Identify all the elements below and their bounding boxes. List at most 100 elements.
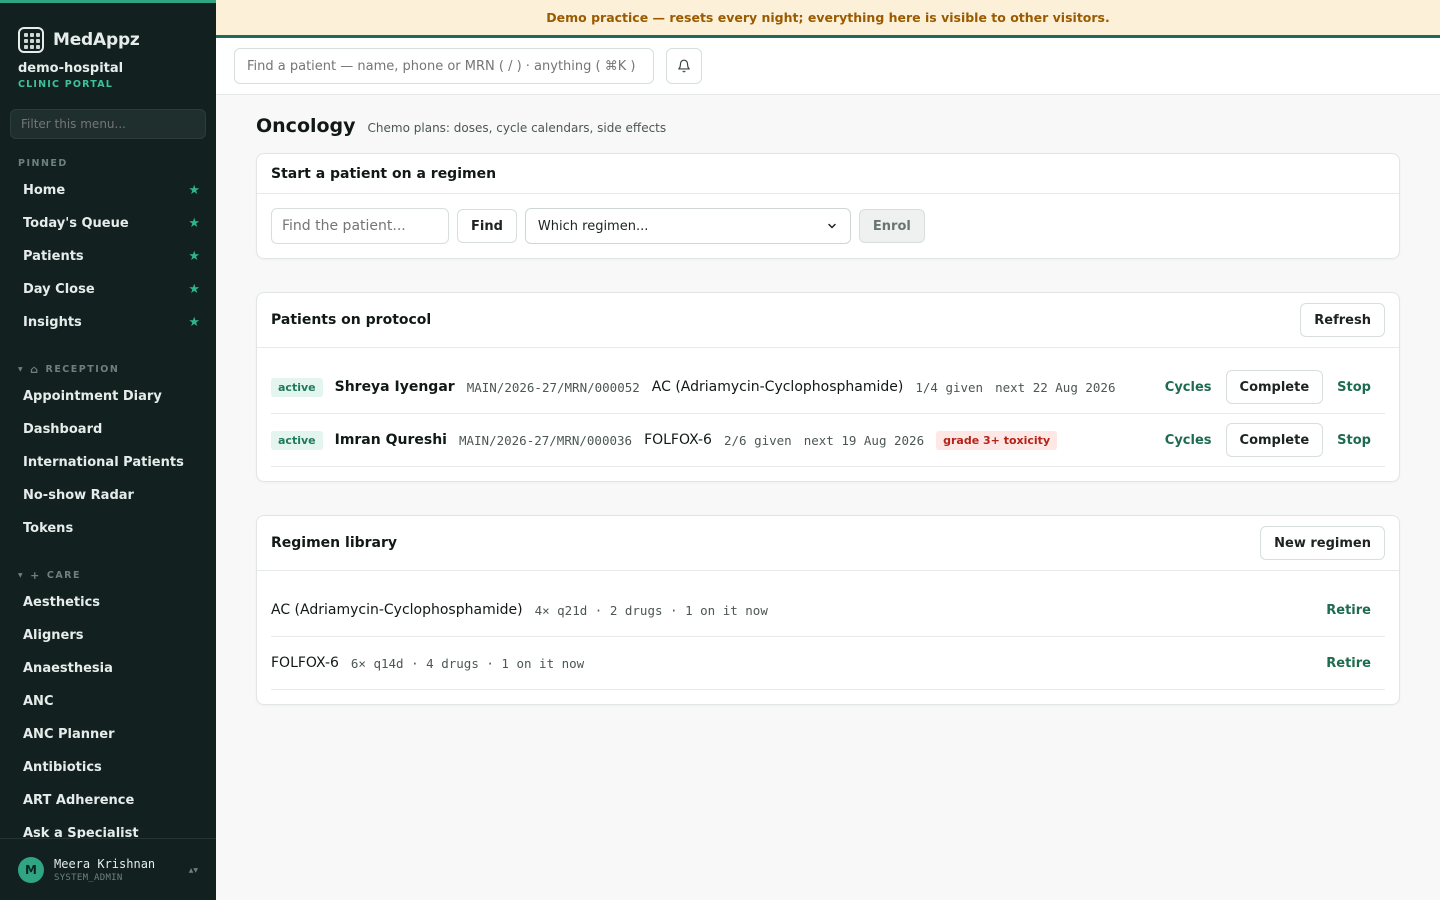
org-portal: CLINIC PORTAL (18, 79, 114, 90)
menu-filter-input[interactable] (10, 109, 206, 139)
library-card-header: Regimen library New regimen (257, 516, 1399, 571)
complete-button[interactable]: Complete (1225, 370, 1324, 404)
protocol-row-info: active Shreya Iyengar MAIN/2026-27/MRN/0… (271, 377, 1151, 397)
row-actions: Cycles Complete Stop (1151, 370, 1385, 404)
sidebar-item-appointment-diary[interactable]: Appointment Diary (0, 380, 216, 413)
sidebar-item-label: International Patients (23, 455, 184, 470)
sidebar-item-international-patients[interactable]: International Patients (0, 446, 216, 479)
regimen-info: AC (Adriamycin-Cyclophosphamide) 4× q21d… (271, 602, 768, 618)
sidebar-item-label: Home (23, 183, 66, 198)
sidebar-item-label: ART Adherence (23, 793, 135, 808)
user-name: Meera Krishnan (54, 856, 156, 871)
protocol-card-header: Patients on protocol Refresh (257, 293, 1399, 348)
refresh-button[interactable]: Refresh (1300, 303, 1385, 337)
topbar (216, 38, 1440, 95)
sidebar-item-tokens[interactable]: Tokens (0, 512, 216, 545)
org-info: demo-hospital CLINIC PORTAL (0, 61, 216, 90)
notifications-button[interactable] (666, 48, 702, 84)
section-reception-title: RECEPTION (45, 363, 120, 375)
sidebar: MedAppz demo-hospital CLINIC PORTAL PINN… (0, 0, 216, 900)
section-care-title: CARE (46, 569, 81, 581)
main-content: Oncology Chemo plans: doses, cycle calen… (256, 95, 1400, 705)
sidebar-item-insights[interactable]: Insights ★ (0, 306, 216, 339)
regimen-library-card: Regimen library New regimen AC (Adriamyc… (256, 515, 1400, 705)
avatar: M (18, 856, 44, 883)
pinned-list: Home ★ Today's Queue ★ Patients ★ Day Close… (0, 174, 216, 339)
patient-name[interactable]: Shreya Iyengar (335, 379, 455, 395)
sidebar-item-label: Tokens (23, 521, 74, 536)
find-button[interactable]: Find (457, 209, 517, 243)
sidebar-item-anc-planner[interactable]: ANC Planner (0, 718, 216, 751)
sidebar-item-art-adherence[interactable]: ART Adherence (0, 784, 216, 817)
cycles-button[interactable]: Cycles (1151, 380, 1226, 395)
sidebar-item-home[interactable]: Home ★ (0, 174, 216, 207)
chevron-up-down-icon: ▲▼ (188, 867, 198, 874)
star-icon[interactable]: ★ (188, 183, 200, 198)
enrol-card-header: Start a patient on a regimen (257, 154, 1399, 194)
row-actions: Cycles Complete Stop (1151, 423, 1385, 457)
reception-list: Appointment Diary Dashboard Internationa… (0, 380, 216, 545)
sidebar-item-label: No-show Radar (23, 488, 134, 503)
sidebar-item-label: Anaesthesia (23, 661, 113, 676)
care-list: Aesthetics Aligners Anaesthesia ANC ANC … (0, 586, 216, 850)
stop-button[interactable]: Stop (1323, 380, 1385, 395)
regimen-select[interactable]: Which regimen... (524, 208, 851, 244)
retire-button[interactable]: Retire (1312, 656, 1385, 671)
sidebar-item-anaesthesia[interactable]: Anaesthesia (0, 652, 216, 685)
sidebar-item-aesthetics[interactable]: Aesthetics (0, 586, 216, 619)
new-regimen-button[interactable]: New regimen (1260, 526, 1385, 560)
global-search-input[interactable] (234, 48, 654, 84)
patient-mrn: MAIN/2026-27/MRN/000052 (466, 379, 640, 395)
chevron-down-icon (828, 223, 836, 229)
caret-down-icon: ▼ (18, 365, 25, 373)
user-role: SYSTEM_ADMIN (54, 872, 123, 883)
regimen-meta: 4× q21d · 2 drugs · 1 on it now (534, 602, 768, 618)
star-icon[interactable]: ★ (188, 282, 200, 297)
table-row: active Shreya Iyengar MAIN/2026-27/MRN/0… (271, 348, 1385, 414)
sidebar-item-antibiotics[interactable]: Antibiotics (0, 751, 216, 784)
bell-icon (678, 59, 690, 73)
sidebar-item-anc[interactable]: ANC (0, 685, 216, 718)
stop-button[interactable]: Stop (1323, 433, 1385, 448)
enrol-card-title: Start a patient on a regimen (271, 165, 497, 182)
regimen-info: FOLFOX-6 6× q14d · 4 drugs · 1 on it now (271, 655, 584, 671)
patient-search-input[interactable] (271, 208, 449, 244)
section-pinned: PINNED (0, 157, 216, 169)
sidebar-item-label: Antibiotics (23, 760, 102, 775)
regimen-name: FOLFOX-6 (271, 655, 339, 671)
regimen-name: FOLFOX-6 (644, 432, 712, 448)
brand[interactable]: MedAppz (0, 3, 216, 61)
star-icon[interactable]: ★ (188, 216, 200, 231)
patient-name[interactable]: Imran Qureshi (335, 432, 447, 448)
cycles-button[interactable]: Cycles (1151, 433, 1226, 448)
retire-button[interactable]: Retire (1312, 603, 1385, 618)
list-item: FOLFOX-6 6× q14d · 4 drugs · 1 on it now… (271, 637, 1385, 690)
sidebar-item-label: Today's Queue (23, 216, 129, 231)
star-icon[interactable]: ★ (188, 315, 200, 330)
sidebar-item-day-close[interactable]: Day Close ★ (0, 273, 216, 306)
sidebar-item-patients[interactable]: Patients ★ (0, 240, 216, 273)
user-menu[interactable]: M Meera Krishnan SYSTEM_ADMIN ▲▼ (0, 838, 216, 900)
page-header: Oncology Chemo plans: doses, cycle calen… (256, 115, 1400, 137)
sidebar-item-aligners[interactable]: Aligners (0, 619, 216, 652)
sidebar-item-label: Dashboard (23, 422, 103, 437)
sidebar-item-label: Patients (23, 249, 84, 264)
sidebar-item-dashboard[interactable]: Dashboard (0, 413, 216, 446)
section-care[interactable]: ▼ + CARE (0, 569, 216, 582)
demo-banner-text: Demo practice — resets every night; ever… (546, 10, 1110, 25)
section-reception[interactable]: ▼ ⌂ RECEPTION (0, 363, 216, 376)
sidebar-item-no-show-radar[interactable]: No-show Radar (0, 479, 216, 512)
sidebar-item-label: Insights (23, 315, 82, 330)
status-badge: active (271, 430, 323, 450)
sidebar-item-label: Aesthetics (23, 595, 101, 610)
enrol-button[interactable]: Enrol (858, 209, 925, 243)
star-icon[interactable]: ★ (188, 249, 200, 264)
protocol-card-title: Patients on protocol (271, 312, 432, 328)
protocol-list: active Shreya Iyengar MAIN/2026-27/MRN/0… (257, 348, 1399, 481)
enrol-card: Start a patient on a regimen Find Which … (256, 153, 1400, 259)
user-info: Meera Krishnan SYSTEM_ADMIN (54, 857, 155, 883)
complete-button[interactable]: Complete (1225, 423, 1324, 457)
sidebar-item-todays-queue[interactable]: Today's Queue ★ (0, 207, 216, 240)
page-subtitle: Chemo plans: doses, cycle calendars, sid… (367, 121, 667, 135)
sidebar-item-label: Appointment Diary (23, 389, 162, 404)
